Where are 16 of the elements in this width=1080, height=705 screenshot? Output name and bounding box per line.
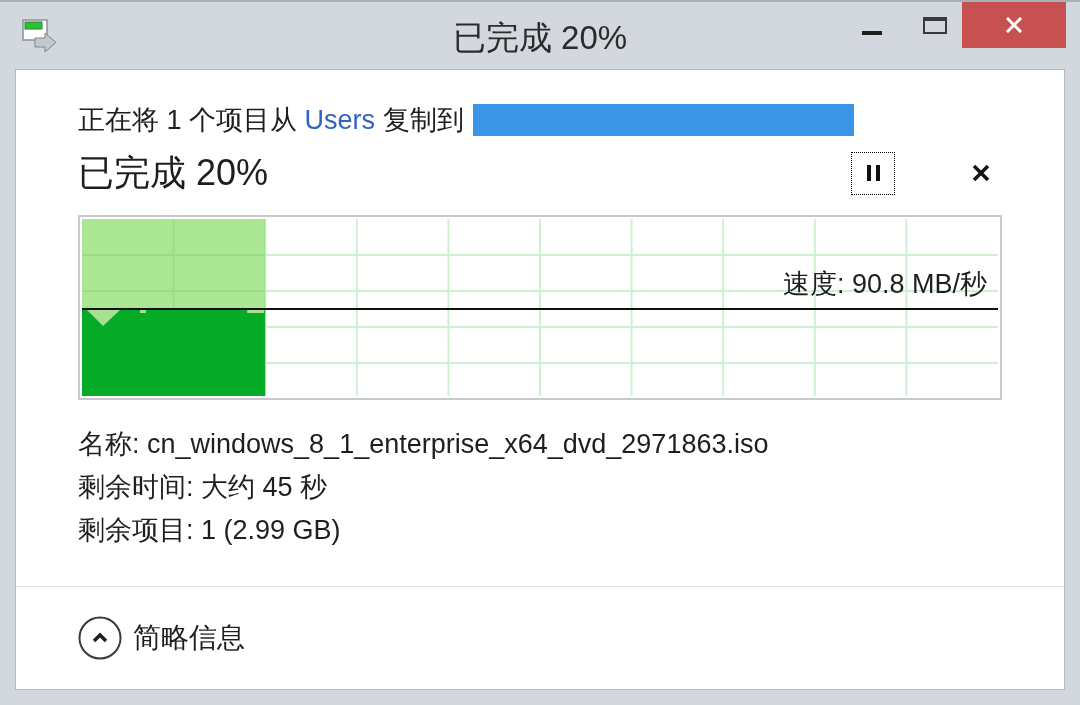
- copy-status-text: 正在将 1 个项目从 Users 复制到: [78, 104, 464, 136]
- minimize-icon: [862, 31, 882, 35]
- maximize-icon: [923, 16, 947, 34]
- progress-heading: 已完成 20%: [78, 151, 269, 195]
- pause-icon: [866, 165, 880, 181]
- close-icon: [1006, 17, 1022, 33]
- detail-text: 名称: cn_windows_8_1_enterprise_x64_dvd_2971863.iso: [78, 428, 769, 461]
- details-toggle[interactable]: 简略信息: [78, 616, 245, 660]
- speed-label: 速度: 90.8 MB/秒: [782, 269, 987, 299]
- source-folder-link[interactable]: Users: [304, 105, 376, 135]
- document-arrow-icon: [22, 19, 58, 53]
- detail-text: 剩余项目: 1 (2.99 GB): [78, 514, 341, 547]
- close-icon: [971, 164, 990, 182]
- pause-button[interactable]: [851, 151, 895, 195]
- window-title: 已完成 20%: [452, 18, 628, 58]
- detail-text: 剩余时间: 大约 45 秒: [78, 471, 328, 504]
